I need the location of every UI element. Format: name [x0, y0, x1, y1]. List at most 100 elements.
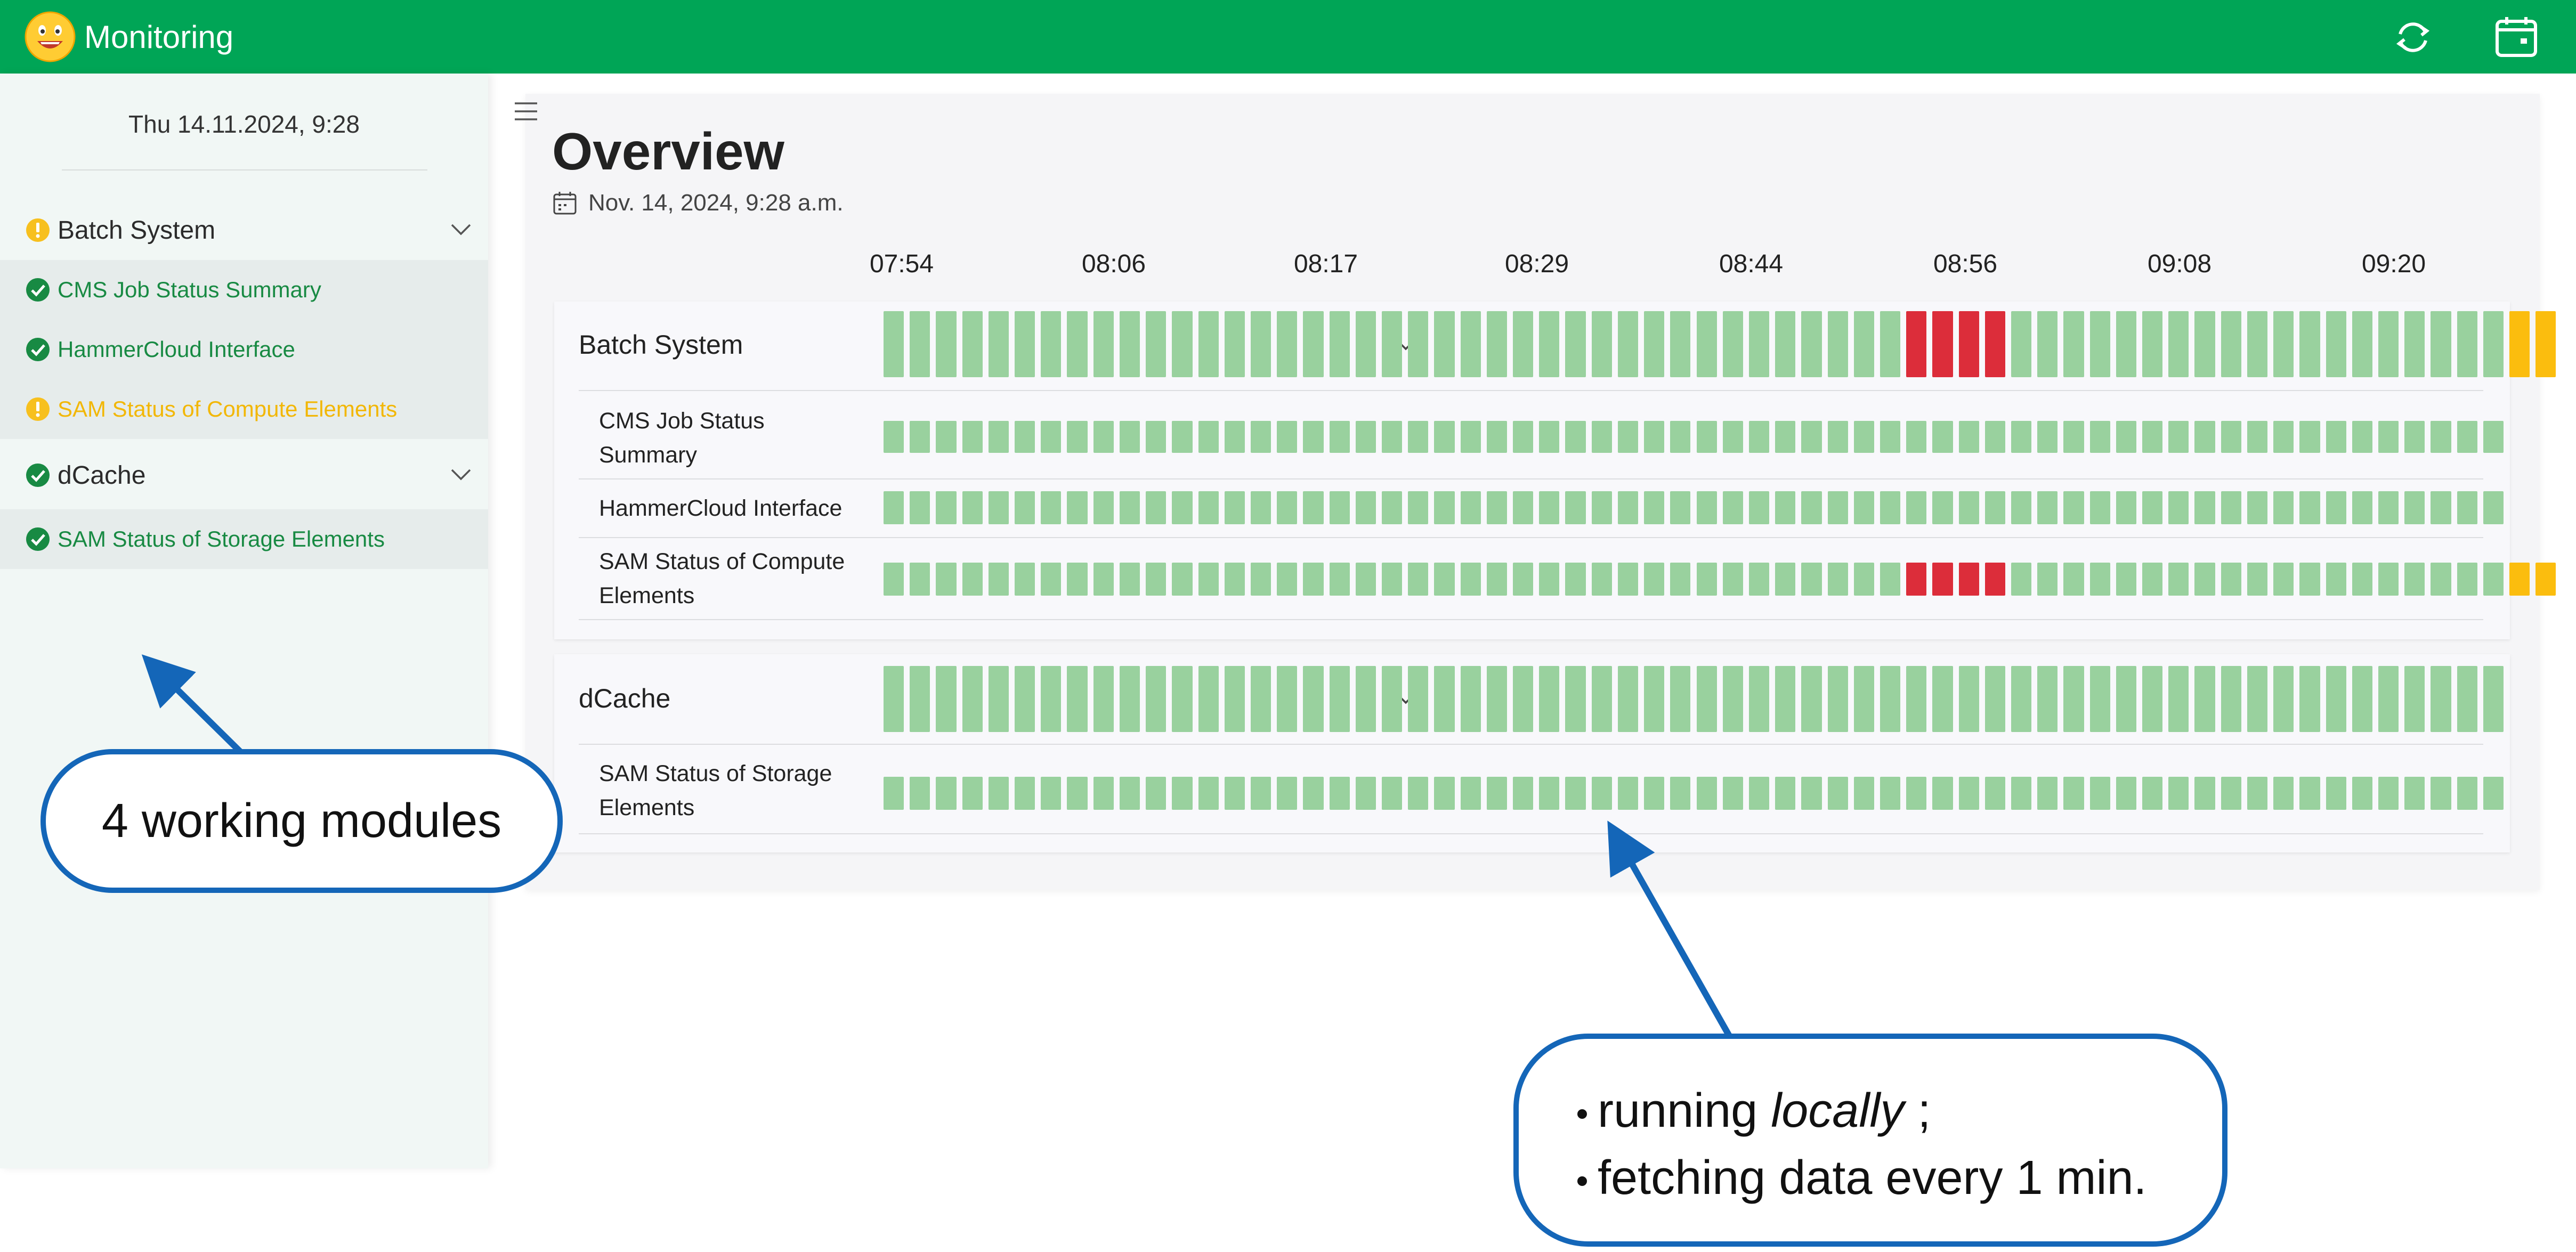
status-segment-ok[interactable] [1172, 491, 1193, 524]
status-segment-ok[interactable] [2273, 666, 2294, 732]
status-segment-ok[interactable] [2221, 421, 2241, 453]
status-segment-error[interactable] [1958, 563, 1979, 596]
status-segment-ok[interactable] [936, 563, 957, 596]
status-segment-ok[interactable] [1801, 311, 1822, 377]
status-segment-ok[interactable] [1539, 491, 1560, 524]
status-segment-ok[interactable] [962, 666, 983, 732]
status-segment-ok[interactable] [1460, 666, 1481, 732]
status-segment-ok[interactable] [1329, 777, 1350, 810]
status-segment-ok[interactable] [1644, 491, 1665, 524]
status-segment-ok[interactable] [1591, 311, 1612, 377]
status-segment-ok[interactable] [1434, 421, 1455, 453]
status-segment-ok[interactable] [2116, 777, 2137, 810]
status-segment-ok[interactable] [1381, 311, 1403, 377]
status-segment-ok[interactable] [1880, 491, 1901, 524]
status-segment-ok[interactable] [936, 491, 957, 524]
status-segment-ok[interactable] [1958, 666, 1979, 732]
status-segment-ok[interactable] [1119, 421, 1140, 453]
status-segment-ok[interactable] [1303, 563, 1324, 596]
status-segment-ok[interactable] [1670, 666, 1691, 732]
status-segment-ok[interactable] [1172, 563, 1193, 596]
status-segment-error[interactable] [1906, 563, 1927, 596]
status-segment-ok[interactable] [1434, 563, 1455, 596]
status-segment-ok[interactable] [1775, 311, 1796, 377]
status-segment-ok[interactable] [1303, 491, 1324, 524]
status-segment-ok[interactable] [1853, 563, 1874, 596]
status-segment-ok[interactable] [1460, 311, 1481, 377]
status-segment-ok[interactable] [2142, 491, 2163, 524]
status-segment-ok[interactable] [1984, 491, 2005, 524]
status-segment-ok[interactable] [1250, 311, 1271, 377]
status-segment-ok[interactable] [1565, 311, 1586, 377]
status-segment-ok[interactable] [2142, 666, 2163, 732]
status-segment-ok[interactable] [1539, 666, 1560, 732]
status-segment-ok[interactable] [1591, 421, 1612, 453]
status-segment-ok[interactable] [1460, 563, 1481, 596]
status-segment-ok[interactable] [2378, 491, 2399, 524]
status-segment-ok[interactable] [2194, 421, 2215, 453]
group-title[interactable]: dCache [579, 683, 670, 714]
status-segment-ok[interactable] [2457, 563, 2477, 596]
status-segment-ok[interactable] [2142, 777, 2163, 810]
status-segment-ok[interactable] [1591, 491, 1612, 524]
status-segment-ok[interactable] [2431, 563, 2451, 596]
status-segment-error[interactable] [1984, 563, 2005, 596]
status-segment-ok[interactable] [1513, 421, 1534, 453]
status-segment-ok[interactable] [2404, 491, 2425, 524]
sidebar-item-sam-status-storage-elements[interactable]: SAM Status of Storage Elements [0, 509, 488, 569]
status-segment-ok[interactable] [2352, 777, 2372, 810]
status-segment-ok[interactable] [2168, 311, 2189, 377]
status-segment-ok[interactable] [2273, 777, 2294, 810]
status-segment-ok[interactable] [1906, 491, 1927, 524]
status-segment-ok[interactable] [1277, 777, 1298, 810]
status-segment-ok[interactable] [2011, 563, 2032, 596]
status-segment-error[interactable] [1984, 311, 2005, 377]
status-segment-ok[interactable] [1827, 563, 1848, 596]
status-segment-ok[interactable] [2089, 491, 2110, 524]
status-segment-ok[interactable] [1801, 777, 1822, 810]
status-segment-ok[interactable] [2011, 777, 2032, 810]
status-segment-ok[interactable] [1381, 491, 1403, 524]
status-segment-ok[interactable] [1513, 311, 1534, 377]
status-segment-ok[interactable] [1408, 666, 1429, 732]
status-segment-ok[interactable] [1670, 421, 1691, 453]
status-segment-ok[interactable] [1015, 421, 1035, 453]
status-segment-ok[interactable] [2352, 491, 2372, 524]
status-segment-ok[interactable] [884, 563, 904, 596]
status-segment-ok[interactable] [2483, 491, 2504, 524]
status-segment-ok[interactable] [2326, 311, 2346, 377]
status-segment-ok[interactable] [1827, 777, 1848, 810]
status-segment-ok[interactable] [1958, 491, 1979, 524]
status-segment-error[interactable] [1906, 311, 1927, 377]
status-segment-ok[interactable] [1775, 491, 1796, 524]
status-segment-ok[interactable] [2326, 666, 2346, 732]
status-segment-ok[interactable] [1827, 421, 1848, 453]
status-segment-ok[interactable] [2404, 311, 2425, 377]
status-segment-ok[interactable] [2168, 421, 2189, 453]
status-segment-ok[interactable] [1041, 491, 1062, 524]
status-segment-ok[interactable] [1696, 491, 1717, 524]
status-segment-ok[interactable] [2247, 777, 2268, 810]
status-segment-ok[interactable] [1801, 666, 1822, 732]
status-segment-ok[interactable] [1224, 777, 1245, 810]
status-segment-ok[interactable] [2142, 311, 2163, 377]
status-segment-ok[interactable] [1172, 311, 1193, 377]
status-segment-ok[interactable] [2299, 777, 2320, 810]
status-segment-ok[interactable] [2378, 777, 2399, 810]
status-segment-ok[interactable] [1198, 563, 1219, 596]
status-segment-ok[interactable] [1172, 777, 1193, 810]
status-segment-warning[interactable] [2536, 563, 2556, 596]
status-segment-ok[interactable] [1434, 666, 1455, 732]
status-segment-ok[interactable] [2116, 491, 2137, 524]
status-segment-ok[interactable] [2221, 563, 2241, 596]
status-segment-ok[interactable] [1041, 421, 1062, 453]
status-segment-ok[interactable] [2483, 666, 2504, 732]
status-segment-ok[interactable] [1591, 777, 1612, 810]
status-segment-ok[interactable] [2352, 311, 2372, 377]
status-segment-ok[interactable] [1644, 563, 1665, 596]
status-segment-ok[interactable] [1224, 666, 1245, 732]
group-title[interactable]: Batch System [579, 329, 743, 360]
status-segment-ok[interactable] [1670, 563, 1691, 596]
status-segment-ok[interactable] [2116, 421, 2137, 453]
status-segment-ok[interactable] [2431, 777, 2451, 810]
